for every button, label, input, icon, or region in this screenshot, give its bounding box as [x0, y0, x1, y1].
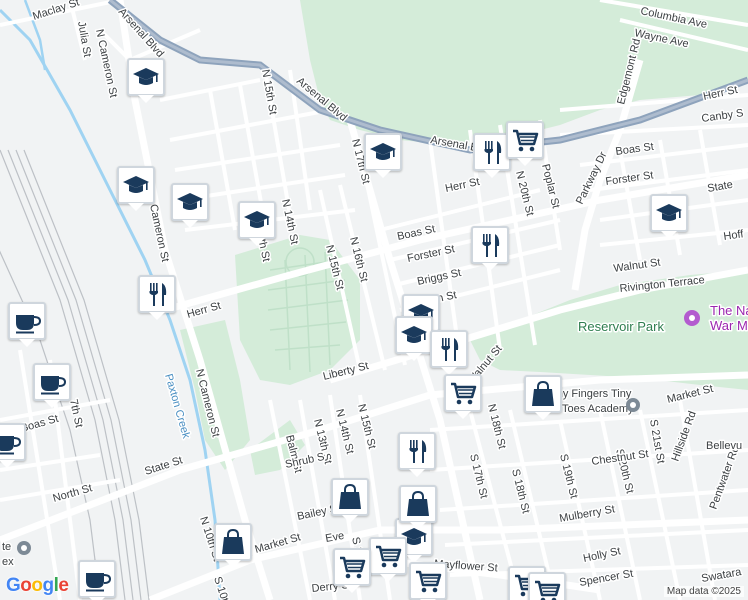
- street-label: Pentwater Rd: [708, 444, 742, 511]
- school-marker[interactable]: [117, 166, 155, 211]
- fork-knife-icon: [409, 440, 427, 463]
- street-label: Poplar St: [539, 163, 562, 210]
- park-area-cemetery: [235, 235, 360, 385]
- street-label: N 14th St: [279, 198, 300, 245]
- fork-knife-icon: [482, 234, 500, 257]
- restaurant-marker[interactable]: [430, 330, 468, 375]
- park-area-creek: [180, 320, 250, 470]
- graduation-cap-icon: [656, 204, 682, 221]
- street-label: North St: [52, 482, 94, 505]
- place-label-museum-2: War M: [710, 318, 748, 333]
- street-label: Mulberry St: [558, 503, 615, 525]
- shopping-cart-icon: [535, 580, 561, 600]
- map-base-layer: Maclay St Julia St N Cameron St Arsenal …: [0, 0, 748, 600]
- shopping-bag-icon: [222, 528, 244, 554]
- restaurant-marker[interactable]: [398, 432, 436, 477]
- cafe-marker[interactable]: [0, 423, 26, 468]
- shopping-bag-icon: [339, 483, 361, 509]
- school-marker[interactable]: [127, 58, 165, 103]
- street-label: Cameron St: [147, 203, 171, 263]
- place-label-complex-1: te: [2, 541, 11, 553]
- school-marker[interactable]: [171, 183, 209, 228]
- shopping-cart-icon: [416, 570, 442, 593]
- coffee-cup-icon: [41, 376, 66, 395]
- street-label: Market St: [666, 383, 715, 406]
- place-label-reservoir-park: Reservoir Park: [578, 319, 664, 334]
- street-label: S 10t: [211, 575, 230, 600]
- grocery-marker[interactable]: [444, 374, 482, 419]
- street-label: N Cameron St: [93, 28, 119, 99]
- place-label-museum-1: The Na: [710, 303, 748, 318]
- grocery-marker[interactable]: [369, 537, 407, 582]
- fork-knife-icon: [149, 283, 167, 306]
- grocery-marker[interactable]: [506, 121, 544, 166]
- cafe-marker[interactable]: [8, 302, 46, 347]
- graduation-cap-icon: [177, 193, 203, 210]
- grocery-marker[interactable]: [409, 562, 447, 600]
- graduation-cap-icon: [244, 211, 270, 228]
- street-label: Walnut St: [613, 257, 661, 275]
- street-label: Swatara: [700, 566, 743, 585]
- street-label: Eve: [324, 530, 345, 545]
- place-label-academy-2: Toes Academy: [562, 403, 634, 415]
- shopping-marker[interactable]: [399, 485, 437, 530]
- shopping-bag-icon: [532, 380, 554, 406]
- street-label: Canby S: [701, 107, 744, 125]
- street-label: 7th St: [67, 398, 85, 429]
- shopping-bag-icon: [407, 490, 429, 516]
- shopping-cart-icon: [376, 545, 402, 568]
- map-copyright[interactable]: Map data ©2025: [663, 586, 744, 597]
- graduation-cap-icon: [401, 326, 427, 343]
- coffee-cup-icon: [16, 315, 41, 334]
- restaurant-marker[interactable]: [471, 226, 509, 271]
- street-label: Herr St: [444, 176, 481, 195]
- coffee-cup-icon: [86, 573, 111, 592]
- graduation-cap-icon: [370, 143, 396, 160]
- place-label-bellevue: Bellevu: [706, 440, 742, 452]
- place-label-complex-2: ex: [2, 556, 14, 568]
- restaurant-marker[interactable]: [138, 275, 176, 320]
- street-label: Hoff: [723, 228, 745, 243]
- grocery-marker[interactable]: [333, 548, 371, 593]
- school-marker[interactable]: [395, 316, 433, 361]
- shopping-marker[interactable]: [214, 523, 252, 568]
- cafe-marker[interactable]: [78, 560, 116, 600]
- google-logo: Google: [6, 575, 69, 596]
- school-marker[interactable]: [238, 201, 276, 246]
- shopping-cart-icon: [513, 129, 539, 152]
- fork-knife-icon: [484, 141, 502, 164]
- street-label: Briggs St: [416, 267, 462, 288]
- school-marker[interactable]: [650, 194, 688, 239]
- graduation-cap-icon: [133, 68, 159, 85]
- fork-knife-icon: [441, 338, 459, 361]
- map-canvas[interactable]: Maclay St Julia St N Cameron St Arsenal …: [0, 0, 748, 600]
- shopping-marker[interactable]: [524, 375, 562, 420]
- grocery-marker[interactable]: [528, 572, 566, 600]
- coffee-cup-icon: [0, 436, 21, 455]
- shopping-cart-icon: [340, 556, 366, 579]
- place-label-paxton-creek: Paxton Creek: [162, 373, 192, 441]
- school-marker[interactable]: [364, 133, 402, 178]
- shopping-marker[interactable]: [331, 478, 369, 523]
- cafe-marker[interactable]: [33, 363, 71, 408]
- graduation-cap-icon: [123, 176, 149, 193]
- shopping-cart-icon: [451, 382, 477, 405]
